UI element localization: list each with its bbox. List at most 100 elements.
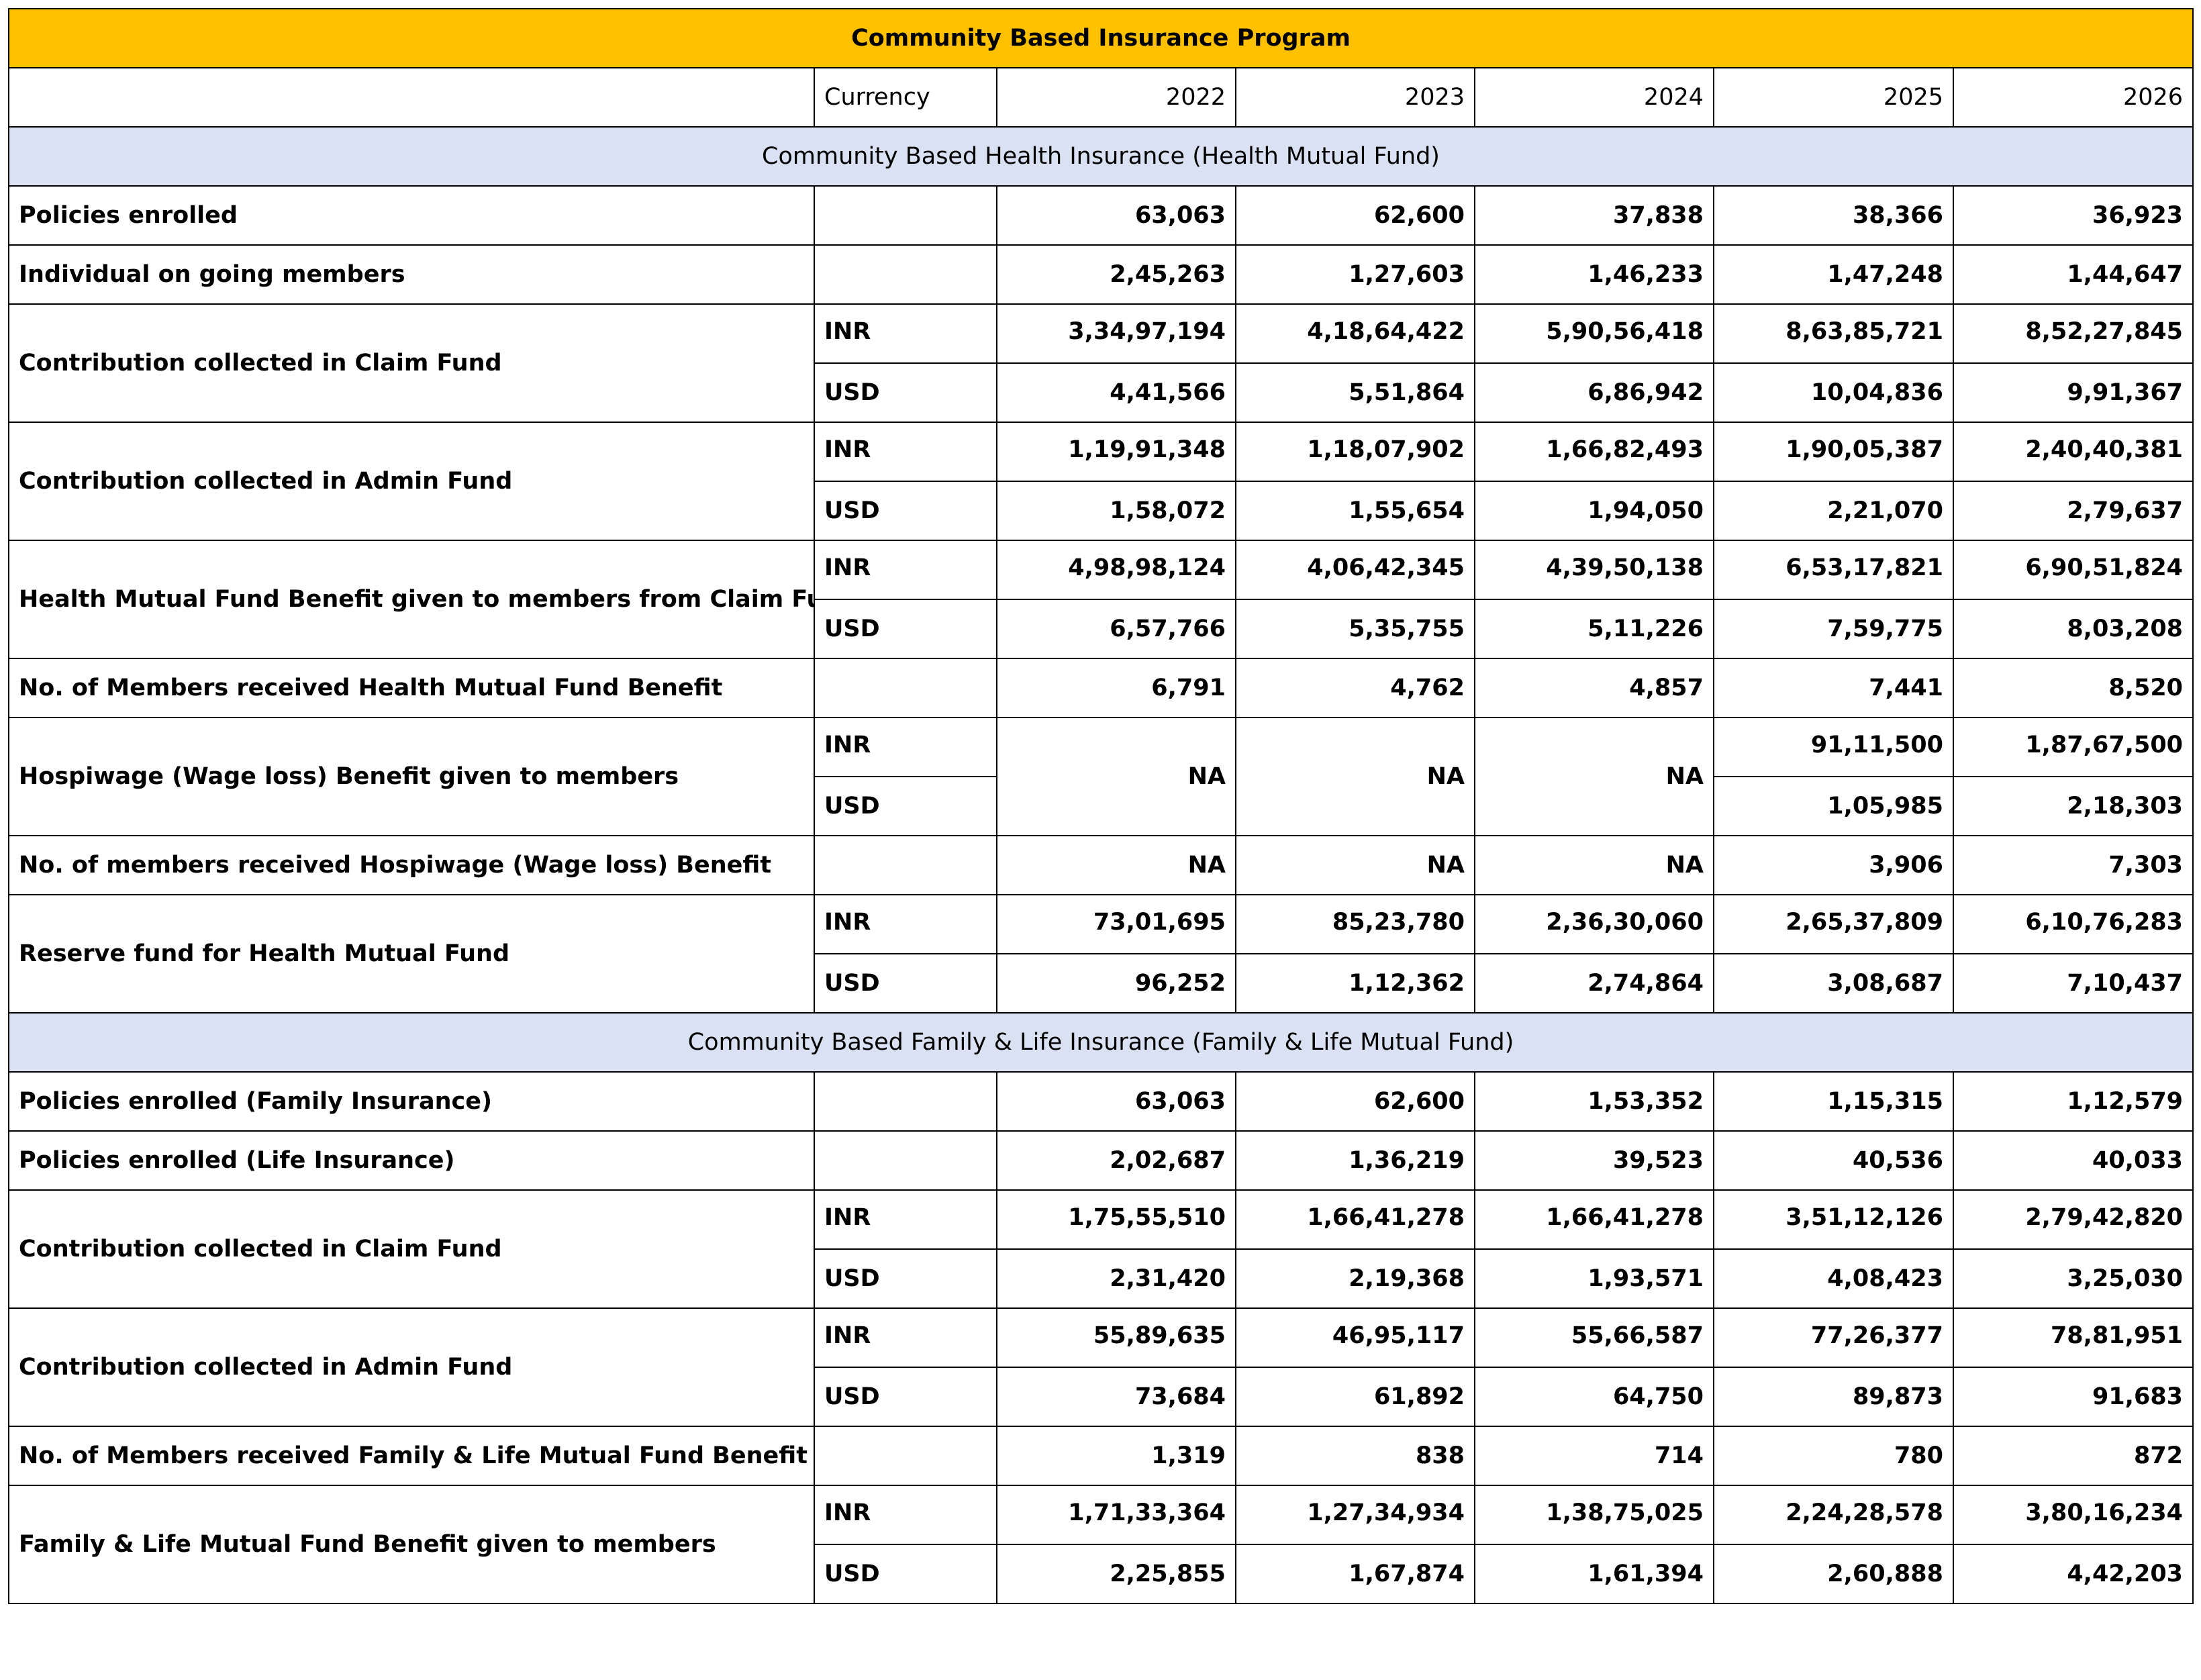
value-cell: 1,12,362 [1235, 953, 1475, 1014]
value-cell: 6,53,17,821 [1713, 540, 1954, 600]
value-cell: 1,67,874 [1235, 1544, 1475, 1604]
value-cell: 73,01,695 [996, 894, 1236, 954]
insurance-program-table: Community Based Insurance Program Curren… [7, 8, 2194, 1604]
value-cell: 8,03,208 [1952, 599, 2194, 659]
table-row: Family & Life Mutual Fund Benefit given … [8, 1485, 2194, 1604]
value-cell: 63,063 [996, 185, 1236, 246]
value-cell: 1,46,233 [1474, 244, 1714, 305]
value-cell: 4,98,98,124 [996, 540, 1236, 600]
table-row: Hospiwage (Wage loss) Benefit given to m… [8, 717, 2194, 836]
value-cell: 1,90,05,387 [1713, 422, 1954, 482]
currency-cell [814, 1130, 997, 1191]
value-cell: 714 [1474, 1426, 1714, 1486]
value-cell: 4,18,64,422 [1235, 303, 1475, 364]
row-label: Family & Life Mutual Fund Benefit given … [8, 1485, 815, 1604]
value-cell: 1,93,571 [1474, 1248, 1714, 1309]
table-row: Policies enrolled 63,063 62,600 37,838 38,36… [8, 185, 2194, 246]
currency-cell: INR [814, 422, 997, 482]
currency-cell [814, 244, 997, 305]
header-currency: Currency [814, 67, 997, 128]
value-cell: 39,523 [1474, 1130, 1714, 1191]
section-title: Community Based Family & Life Insurance … [7, 1012, 2194, 1073]
value-cell: 62,600 [1235, 1071, 1475, 1132]
value-cell: 8,520 [1952, 658, 2194, 718]
value-cell: 1,44,647 [1952, 244, 2194, 305]
section-header-row: Community Based Health Insurance (Health… [7, 126, 2194, 187]
value-cell: 3,34,97,194 [996, 303, 1236, 364]
table-row: Reserve fund for Health Mutual Fund INR 73… [8, 894, 2194, 1014]
value-cell: 3,25,030 [1952, 1248, 2194, 1309]
value-cell: 55,89,635 [996, 1307, 1236, 1368]
value-cell: 1,36,219 [1235, 1130, 1475, 1191]
value-cell: 1,66,82,493 [1474, 422, 1714, 482]
currency-cell: USD [814, 362, 997, 423]
value-cell: 37,838 [1474, 185, 1714, 246]
value-cell: 40,033 [1952, 1130, 2194, 1191]
value-cell: 5,51,864 [1235, 362, 1475, 423]
value-cell: 4,06,42,345 [1235, 540, 1475, 600]
row-label: Reserve fund for Health Mutual Fund [8, 894, 815, 1014]
value-cell: 63,063 [996, 1071, 1236, 1132]
value-cell: 3,51,12,126 [1713, 1189, 1954, 1250]
value-cell: 46,95,117 [1235, 1307, 1475, 1368]
row-label: Contribution collected in Claim Fund [8, 303, 815, 423]
value-cell: 4,08,423 [1713, 1248, 1954, 1309]
value-cell: 5,90,56,418 [1474, 303, 1714, 364]
value-cell: 91,11,500 [1713, 717, 1954, 777]
value-cell: 10,04,836 [1713, 362, 1954, 423]
value-cell: 1,58,072 [996, 481, 1236, 541]
value-cell: 2,02,687 [996, 1130, 1236, 1191]
section-title: Community Based Health Insurance (Health… [7, 126, 2194, 187]
value-cell: 62,600 [1235, 185, 1475, 246]
currency-cell: USD [814, 1544, 997, 1604]
currency-cell [814, 658, 997, 718]
value-cell: 2,36,30,060 [1474, 894, 1714, 954]
value-cell: 7,441 [1713, 658, 1954, 718]
value-cell: 6,86,942 [1474, 362, 1714, 423]
currency-cell [814, 835, 997, 895]
currency-cell: USD [814, 953, 997, 1014]
table-row: Policies enrolled (Life Insurance) 2,02,6… [8, 1130, 2194, 1191]
value-cell: 77,26,377 [1713, 1307, 1954, 1368]
row-label: Health Mutual Fund Benefit given to memb… [8, 540, 815, 659]
currency-cell: USD [814, 599, 997, 659]
value-cell: 872 [1952, 1426, 2194, 1486]
value-cell: 1,53,352 [1474, 1071, 1714, 1132]
value-cell: 1,38,75,025 [1474, 1485, 1714, 1545]
value-cell: 2,79,42,820 [1952, 1189, 2194, 1250]
value-cell: 2,24,28,578 [1713, 1485, 1954, 1545]
row-label: Contribution collected in Claim Fund [8, 1189, 815, 1309]
title-row: Community Based Insurance Program [7, 8, 2194, 68]
currency-cell: USD [814, 1367, 997, 1427]
currency-cell: INR [814, 894, 997, 954]
currency-cell: INR [814, 303, 997, 364]
value-cell: 6,791 [996, 658, 1236, 718]
currency-cell: USD [814, 1248, 997, 1309]
row-label: Contribution collected in Admin Fund [8, 1307, 815, 1427]
value-cell: NA [1235, 717, 1475, 836]
value-cell: 2,74,864 [1474, 953, 1714, 1014]
value-cell: 89,873 [1713, 1367, 1954, 1427]
value-cell: 2,25,855 [996, 1544, 1236, 1604]
value-cell: 7,59,775 [1713, 599, 1954, 659]
value-cell: 838 [1235, 1426, 1475, 1486]
value-cell: 4,762 [1235, 658, 1475, 718]
value-cell: 1,15,315 [1713, 1071, 1954, 1132]
value-cell: 1,47,248 [1713, 244, 1954, 305]
value-cell: NA [1474, 717, 1714, 836]
header-year: 2022 [996, 67, 1236, 128]
row-label: Policies enrolled (Family Insurance) [8, 1071, 815, 1132]
value-cell: 2,31,420 [996, 1248, 1236, 1309]
value-cell: 6,10,76,283 [1952, 894, 2194, 954]
value-cell: 1,27,603 [1235, 244, 1475, 305]
currency-cell: INR [814, 1189, 997, 1250]
value-cell: 2,40,40,381 [1952, 422, 2194, 482]
header-year: 2024 [1474, 67, 1714, 128]
currency-cell [814, 1071, 997, 1132]
value-cell: 5,35,755 [1235, 599, 1475, 659]
value-cell: NA [1474, 835, 1714, 895]
value-cell: 38,366 [1713, 185, 1954, 246]
value-cell: 36,923 [1952, 185, 2194, 246]
row-label: No. of Members received Family & Life Mu… [8, 1426, 815, 1486]
currency-cell: INR [814, 1307, 997, 1368]
